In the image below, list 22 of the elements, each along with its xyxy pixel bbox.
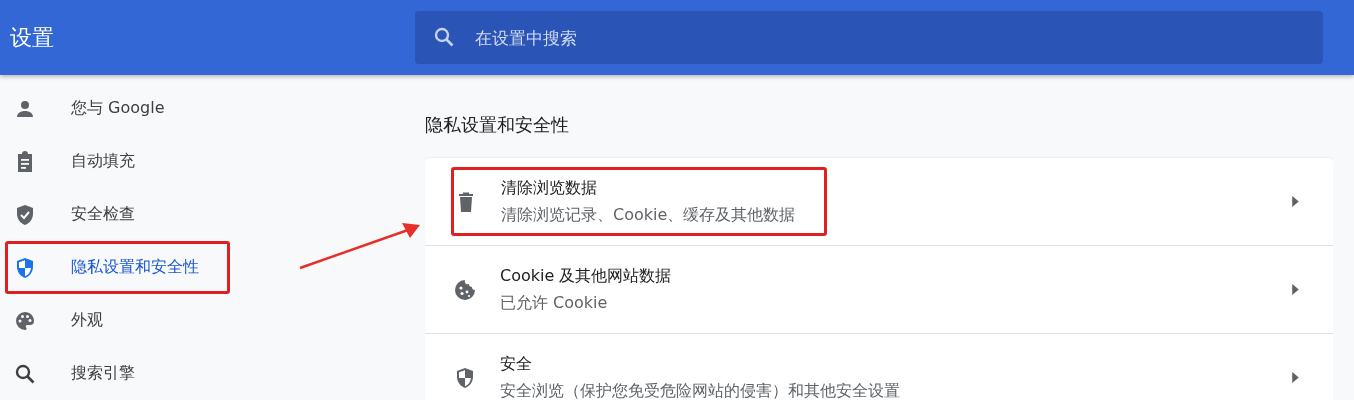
row-subtitle: 清除浏览记录、Cookie、缓存及其他数据 — [501, 204, 796, 226]
section-heading: 隐私设置和安全性 — [425, 113, 570, 137]
sidebar-item[interactable]: 隐私设置和安全性 — [5, 241, 230, 294]
settings-row[interactable]: Cookie 及其他网站数据 已允许 Cookie — [425, 246, 1333, 334]
caret-icon — [1292, 284, 1299, 295]
sidebar-item[interactable]: 搜索引擎 — [5, 347, 230, 400]
caret-icon — [1292, 196, 1299, 207]
sidebar-item[interactable]: 自动填充 — [5, 135, 230, 188]
page-title: 设置 — [9, 23, 55, 52]
sidebar-item[interactable]: 外观 — [5, 294, 230, 347]
row-subtitle: 已允许 Cookie — [500, 292, 609, 314]
settings-row[interactable]: 安全 安全浏览（保护您免受危险网站的侵害）和其他安全设置 — [425, 334, 1333, 400]
settings-row[interactable]: 清除浏览数据 清除浏览记录、Cookie、缓存及其他数据 — [425, 158, 1333, 246]
row-subtitle: 安全浏览（保护您免受危险网站的侵害）和其他安全设置 — [500, 380, 900, 400]
sidebar-item[interactable]: 安全检查 — [5, 188, 230, 241]
sidebar-item[interactable]: 您与 Google — [5, 82, 230, 135]
caret-icon — [1292, 372, 1299, 383]
cookie-icon — [453, 277, 477, 302]
row-title: 安全 — [500, 353, 533, 375]
search-field[interactable]: 在设置中搜索 — [415, 11, 1323, 64]
row-title: Cookie 及其他网站数据 — [500, 265, 672, 287]
row-title: 清除浏览数据 — [501, 177, 598, 199]
